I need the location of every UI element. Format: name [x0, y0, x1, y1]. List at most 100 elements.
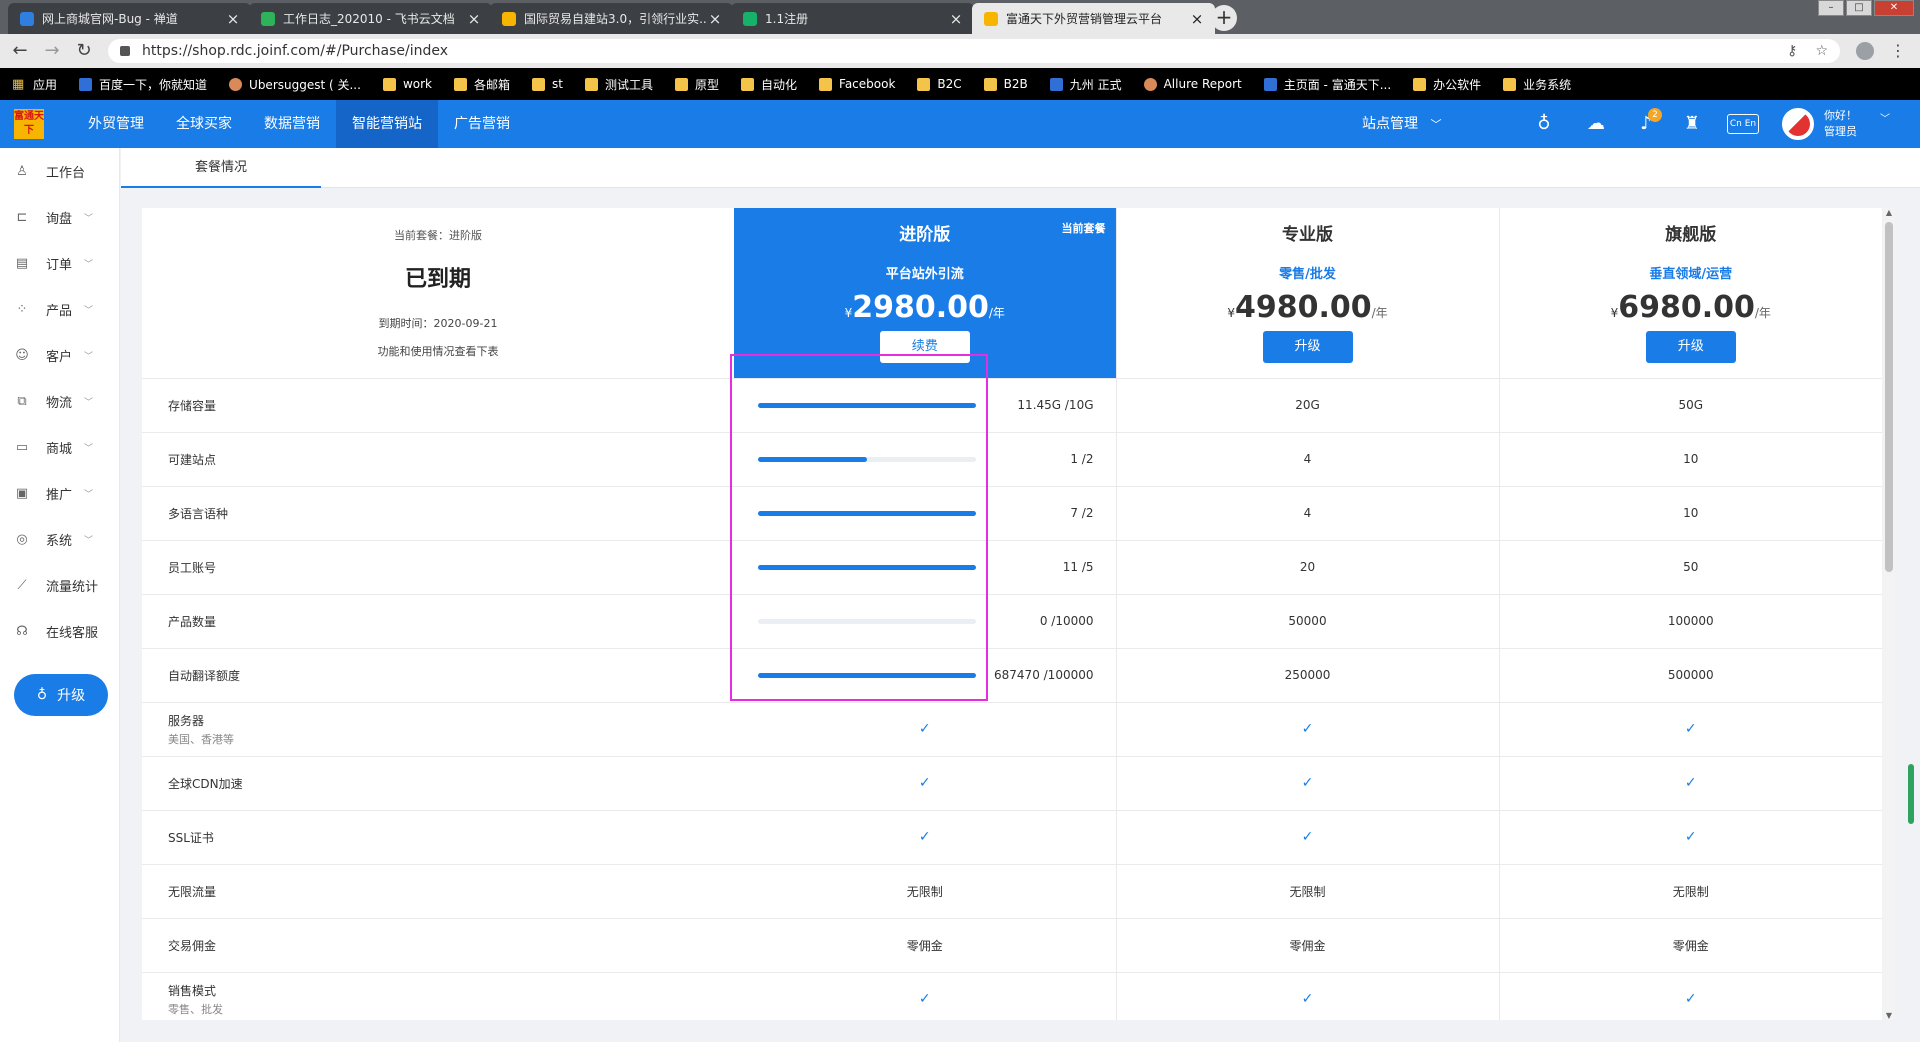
bookmark-item[interactable]: 原型	[674, 76, 719, 93]
back-icon[interactable]: ←	[10, 41, 30, 61]
avatar[interactable]	[1782, 108, 1814, 140]
scrollbar-thumb[interactable]	[1885, 222, 1893, 572]
minimize-button[interactable]: –	[1818, 0, 1844, 16]
url-input[interactable]: https://shop.rdc.joinf.com/#/Purchase/in…	[108, 39, 1840, 63]
page-scroll-indicator[interactable]	[1908, 764, 1914, 824]
sidebar-item[interactable]: ⧉ 物流 ﹀	[0, 378, 119, 424]
site-management-dropdown[interactable]: 站点管理 ﹀	[1362, 100, 1441, 149]
sidebar-item[interactable]: ♙ 工作台	[0, 148, 119, 194]
scroll-down-icon[interactable]: ▼	[1883, 1011, 1895, 1020]
renew-button[interactable]: 续费	[879, 331, 970, 364]
top-nav-item[interactable]: 广告营销	[438, 100, 526, 148]
price-amount: 2980.00	[852, 290, 989, 326]
brand-logo[interactable]: 富通天下	[14, 109, 44, 139]
bookmark-item[interactable]: 百度一下，你就知道	[79, 76, 207, 93]
tab-package-status[interactable]: 套餐情况	[121, 148, 321, 188]
upgrade-plan-button[interactable]: 升级	[1262, 331, 1353, 364]
bookmark-item[interactable]: B2B	[983, 77, 1028, 91]
top-nav-item[interactable]: 数据营销	[248, 100, 336, 148]
chart-icon: ⟋	[17, 577, 27, 593]
usage-indicator: 0 /10000	[734, 614, 1116, 628]
content-scrollbar[interactable]: ▲ ▼	[1883, 208, 1895, 1020]
tab-close-icon[interactable]: ×	[948, 10, 964, 28]
key-icon[interactable]: ⚷	[1787, 43, 1797, 59]
reload-icon[interactable]: ↻	[74, 41, 94, 61]
window-close-button[interactable]: ✕	[1874, 0, 1914, 16]
plan-column-header: 旗舰版 垂直领域/运营 ¥6980.00/年 升级	[1498, 208, 1882, 379]
check-cell: ✓	[734, 756, 1116, 811]
sidebar-item[interactable]: ◎ 系统 ﹀	[0, 516, 119, 562]
top-nav-item[interactable]: 智能营销站	[336, 100, 438, 148]
bookmark-item[interactable]: ▦ 应用	[12, 76, 57, 93]
bookmark-item[interactable]: 主页面 - 富通天下...	[1263, 76, 1391, 93]
person-icon: ♙	[16, 163, 28, 179]
cloud-icon[interactable]: ☁	[1584, 112, 1608, 136]
bookmark-item[interactable]: work	[382, 77, 432, 91]
bookmark-item[interactable]: 办公软件	[1413, 76, 1481, 93]
feature-label: 员工账号	[142, 540, 734, 595]
sidebar-item-label: 系统	[46, 533, 73, 549]
top-nav-item[interactable]: 全球买家	[160, 100, 248, 148]
tab-close-icon[interactable]: ×	[466, 10, 482, 28]
bookmark-item[interactable]: 九州 正式	[1049, 76, 1122, 93]
feature-value: 零佣金	[906, 938, 943, 953]
usage-indicator: 7 /2	[734, 506, 1116, 520]
usage-progress-bar	[758, 456, 976, 462]
bookmark-item[interactable]: Ubersuggest ( 关...	[229, 76, 361, 93]
browser-tab[interactable]: 网上商城官网-Bug - 禅道 ×	[8, 3, 251, 34]
scroll-up-icon[interactable]: ▲	[1883, 208, 1895, 217]
star-icon[interactable]: ☆	[1815, 43, 1828, 59]
shirt-icon[interactable]: ♜	[1680, 112, 1704, 136]
bookmark-item[interactable]: Facebook	[819, 77, 895, 91]
sidebar-item[interactable]: ☺ 客户 ﹀	[0, 332, 119, 378]
bookmark-item[interactable]: 各邮箱	[453, 76, 510, 93]
bookmark-label: 百度一下，你就知道	[99, 77, 208, 92]
browser-tab[interactable]: 1.1注册 ×	[731, 3, 974, 34]
check-icon: ✓	[1684, 991, 1697, 1007]
tab-close-icon[interactable]: ×	[1189, 10, 1205, 28]
tab-close-icon[interactable]: ×	[707, 10, 723, 28]
upgrade-button[interactable]: ♁ 升级	[14, 674, 108, 716]
forward-icon[interactable]: →	[42, 41, 62, 61]
bookmark-item[interactable]: B2C	[917, 77, 962, 91]
bookmark-item[interactable]: 测试工具	[584, 76, 653, 93]
plan-name: 旗舰版	[1665, 225, 1717, 246]
bookmark-item[interactable]: 业务系统	[1503, 76, 1571, 93]
browser-tab[interactable]: 国际贸易自建站3.0，引领行业实... ×	[490, 3, 733, 34]
maximize-button[interactable]: □	[1846, 0, 1872, 16]
sidebar-item[interactable]: ▭ 商城 ﹀	[0, 424, 119, 470]
sidebar-item[interactable]: ⊏ 询盘 ﹀	[0, 194, 119, 240]
browser-tab[interactable]: 富通天下外贸营销管理云平台 ×	[972, 3, 1215, 34]
top-nav-item[interactable]: 外贸管理	[72, 100, 160, 148]
bookmark-label: Ubersuggest ( 关...	[249, 77, 361, 92]
check-cell: ✓	[1115, 810, 1499, 865]
user-menu-caret-icon[interactable]: ﹀	[1880, 110, 1890, 125]
sidebar-item[interactable]: ▣ 推广 ﹀	[0, 470, 119, 516]
language-switch[interactable]: Cn En	[1727, 114, 1759, 134]
profile-icon[interactable]	[1856, 42, 1874, 60]
bookmark-label: 应用	[33, 77, 58, 92]
upgrade-plan-button[interactable]: 升级	[1645, 331, 1736, 364]
usage-progress-bar	[758, 402, 976, 408]
sidebar-item[interactable]: ⟋ 流量统计	[0, 562, 119, 608]
bookmark-item[interactable]: Allure Report	[1143, 77, 1242, 91]
new-tab-button[interactable]: +	[1211, 5, 1237, 31]
sidebar-item[interactable]: ▤ 订单 ﹀	[0, 240, 119, 286]
browser-menu-icon[interactable]: ⋮	[1890, 41, 1906, 60]
apps-grid-icon: ▦	[12, 76, 25, 92]
bookmark-item[interactable]: 自动化	[741, 76, 797, 93]
browser-tab[interactable]: 工作日志_202010 - 飞书云文档 ×	[249, 3, 492, 34]
usage-progress-bar	[758, 564, 976, 570]
rocket-icon[interactable]: ♁	[1532, 112, 1556, 136]
bookmark-item[interactable]: st	[532, 77, 563, 91]
sidebar-item[interactable]: ⁘ 产品 ﹀	[0, 286, 119, 332]
bookmark-folder-icon	[584, 77, 598, 91]
sidebar-item[interactable]: ☊ 在线客服	[0, 608, 119, 654]
check-icon: ✓	[1301, 775, 1314, 791]
url-text[interactable]: https://shop.rdc.joinf.com/#/Purchase/in…	[142, 43, 1787, 59]
flagship-plan-value: 50G	[1498, 378, 1882, 433]
flagship-plan-value: 50	[1498, 540, 1882, 595]
user-info[interactable]: 你好！ 管理员	[1824, 108, 1857, 140]
chevron-down-icon: ﹀	[84, 305, 94, 316]
tab-close-icon[interactable]: ×	[225, 10, 241, 28]
